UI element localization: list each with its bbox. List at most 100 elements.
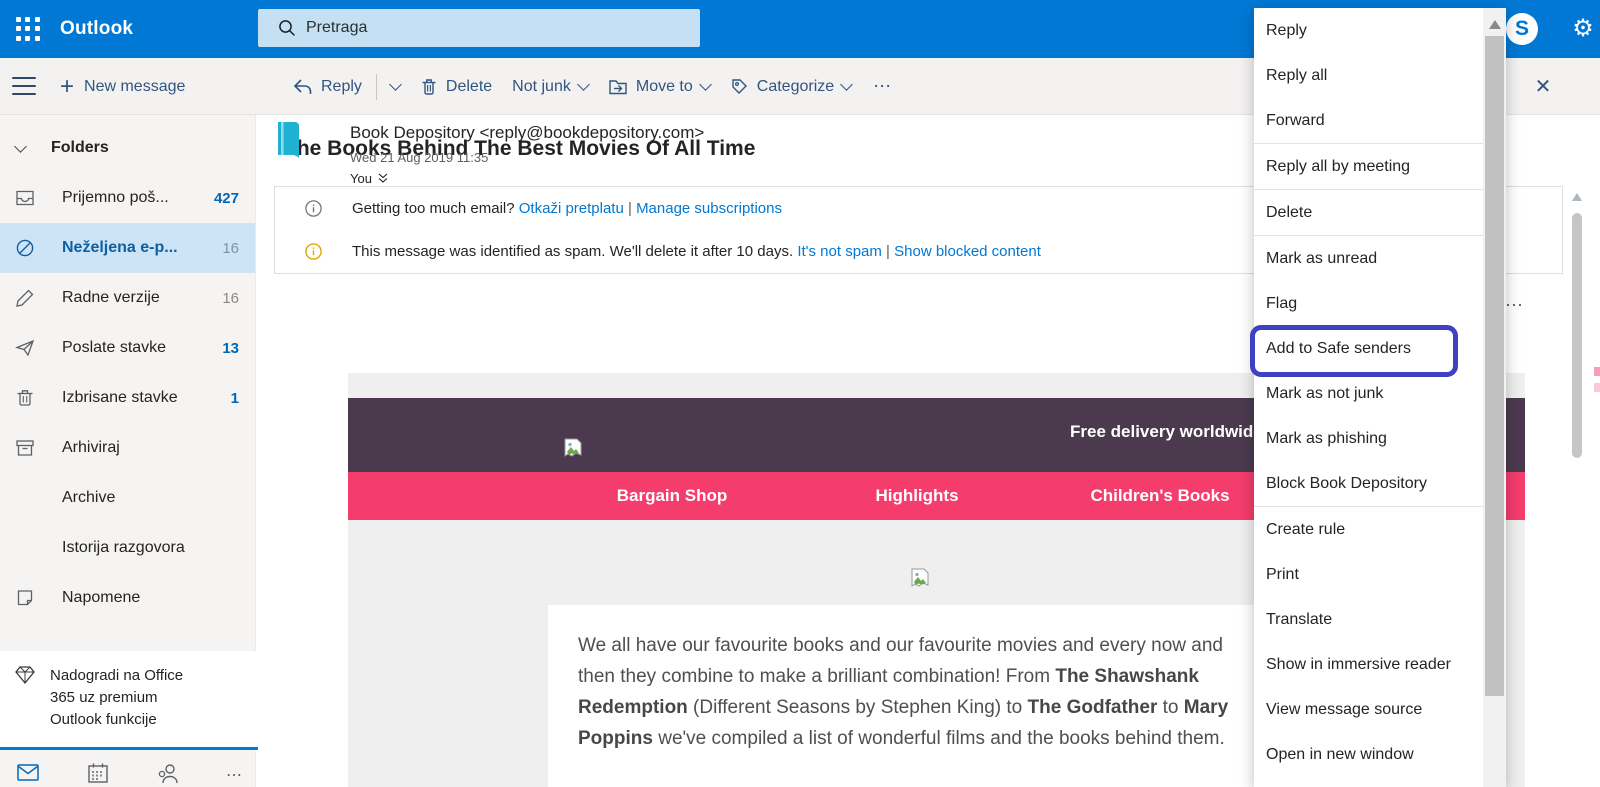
menu-item-reply-all-by-meeting[interactable]: Reply all by meeting (1254, 144, 1483, 189)
menu-item-translate[interactable]: Translate (1254, 597, 1483, 642)
inbox-icon (14, 187, 36, 209)
folders-header[interactable]: Folders (16, 139, 255, 157)
sidebar-item-drafts[interactable]: Radne verzije 16 (0, 273, 255, 323)
chevron-down-icon (699, 78, 712, 91)
item-count: 16 (222, 240, 239, 257)
broken-image-icon (563, 438, 583, 462)
outlook-window: The Books Behind The Best Movies Of All … (0, 0, 1600, 787)
menu-item-reply-all[interactable]: Reply all (1254, 53, 1483, 98)
toolbar-more-button[interactable]: ⋯ (861, 76, 905, 97)
sidebar-item-archive-sr[interactable]: Arhiviraj (0, 423, 255, 473)
folder-sidebar: Folders Prijemno poš... 427 Neželjena e-… (0, 115, 256, 787)
hamburger-menu-icon[interactable] (12, 77, 36, 95)
close-icon[interactable]: ✕ (1530, 74, 1556, 100)
chevron-down-icon (577, 78, 590, 91)
menu-item-mark-as-unread[interactable]: Mark as unread (1254, 236, 1483, 281)
trash-icon (14, 387, 36, 409)
scrollbar-thumb[interactable] (1485, 36, 1504, 696)
menu-item-show-in-immersive-reader[interactable]: Show in immersive reader (1254, 642, 1483, 687)
show-blocked-content-link[interactable]: Show blocked content (894, 243, 1041, 260)
module-switcher: ⋯ (0, 753, 256, 787)
chevron-down-icon (840, 78, 853, 91)
sender-avatar-book-icon (274, 121, 302, 159)
note-icon (14, 587, 36, 609)
message-context-menu: Reply Reply all Forward Reply all by mee… (1254, 8, 1506, 787)
nav-childrens-books[interactable]: Children's Books (1090, 486, 1229, 506)
reply-icon (293, 78, 313, 96)
not-spam-link[interactable]: It's not spam (797, 243, 882, 260)
email-content-box: We all have our favourite books and our … (548, 605, 1340, 787)
scroll-marker (1594, 383, 1600, 392)
delete-button[interactable]: Delete (410, 58, 502, 115)
menu-item-block-sender[interactable]: Block Book Depository (1254, 461, 1483, 506)
item-count: 16 (222, 290, 239, 307)
blocked-icon (14, 237, 36, 259)
mail-module-icon[interactable] (16, 761, 40, 787)
menu-item-open-in-new-window[interactable]: Open in new window (1254, 732, 1483, 777)
recipient-expander[interactable]: You (350, 171, 388, 186)
menu-item-view-message-source[interactable]: View message source (1254, 687, 1483, 732)
menu-item-delete[interactable]: Delete (1254, 190, 1483, 235)
search-bar[interactable] (258, 9, 700, 47)
scroll-up-arrow[interactable] (1489, 20, 1501, 29)
infobar-spam-text: This message was identified as spam. We'… (352, 243, 1041, 260)
categorize-tag-icon (730, 77, 749, 96)
unsubscribe-link[interactable]: Otkaži pretplatu (519, 200, 624, 217)
upgrade-text: Nadogradi na Office 365 uz premium Outlo… (50, 665, 210, 749)
scroll-up-arrow[interactable] (1572, 193, 1582, 201)
warning-info-icon (305, 243, 322, 260)
menu-item-add-to-safe-senders[interactable]: Add to Safe senders (1254, 326, 1483, 371)
sidebar-item-notes[interactable]: Napomene (0, 573, 255, 623)
sidebar-item-archive-en[interactable]: Archive (0, 473, 255, 523)
infobar-subscription-text: Getting too much email? Otkaži pretplatu… (352, 200, 782, 217)
app-launcher-icon[interactable] (13, 14, 43, 44)
calendar-module-icon[interactable] (86, 761, 110, 787)
message-more-actions[interactable]: ⋯ (1505, 295, 1525, 316)
more-modules-button[interactable]: ⋯ (226, 765, 244, 787)
archive-icon (14, 437, 36, 459)
sidebar-item-deleted[interactable]: Izbrisane stavke 1 (0, 373, 255, 423)
categorize-button[interactable]: Categorize (720, 58, 861, 115)
move-to-folder-icon (608, 78, 628, 96)
divider (376, 74, 377, 100)
reply-button[interactable]: Reply (283, 58, 372, 115)
sender-name[interactable]: Book Depository <reply@bookdepository.co… (350, 123, 704, 143)
reading-pane-scrollbar[interactable] (1572, 213, 1582, 458)
chevron-down-icon (14, 140, 27, 153)
scroll-marker (1594, 367, 1600, 376)
upgrade-banner[interactable]: Nadogradi na Office 365 uz premium Outlo… (0, 651, 256, 749)
sidebar-item-inbox[interactable]: Prijemno poš... 427 (0, 173, 255, 223)
divider (0, 747, 258, 750)
pencil-icon (14, 287, 36, 309)
search-input[interactable] (306, 19, 636, 37)
manage-subscriptions-link[interactable]: Manage subscriptions (636, 200, 782, 217)
message-date: Wed 21 Aug 2019 11:35 (350, 150, 488, 165)
people-module-icon[interactable] (156, 761, 180, 787)
move-to-button[interactable]: Move to (598, 58, 720, 115)
new-message-button[interactable]: + New message (60, 77, 185, 97)
menu-item-reply[interactable]: Reply (1254, 8, 1483, 53)
context-menu-scrollbar[interactable] (1483, 8, 1506, 787)
sidebar-item-junk[interactable]: Neželjena e-p... 16 (0, 223, 255, 273)
menu-item-create-rule[interactable]: Create rule (1254, 507, 1483, 552)
nav-bargain-shop[interactable]: Bargain Shop (617, 486, 728, 506)
menu-item-mark-as-not-junk[interactable]: Mark as not junk (1254, 371, 1483, 416)
menu-item-mark-as-phishing[interactable]: Mark as phishing (1254, 416, 1483, 461)
diamond-icon (14, 665, 36, 685)
settings-gear-icon[interactable]: ⚙ (1567, 13, 1599, 45)
menu-item-print[interactable]: Print (1254, 552, 1483, 597)
menu-item-flag[interactable]: Flag (1254, 281, 1483, 326)
menu-item-forward[interactable]: Forward (1254, 98, 1483, 143)
not-junk-button[interactable]: Not junk (502, 58, 598, 115)
info-icon (305, 200, 322, 217)
sidebar-item-conversation-history[interactable]: Istorija razgovora (0, 523, 255, 573)
search-icon (278, 19, 296, 37)
skype-icon[interactable]: S (1506, 13, 1538, 45)
nav-highlights[interactable]: Highlights (875, 486, 958, 506)
reply-dropdown[interactable] (381, 58, 410, 115)
sidebar-item-sent[interactable]: Poslate stavke 13 (0, 323, 255, 373)
sent-icon (14, 337, 36, 359)
chevron-down-icon (389, 78, 402, 91)
email-paragraph: We all have our favourite books and our … (578, 630, 1243, 754)
unread-count: 427 (214, 190, 239, 207)
